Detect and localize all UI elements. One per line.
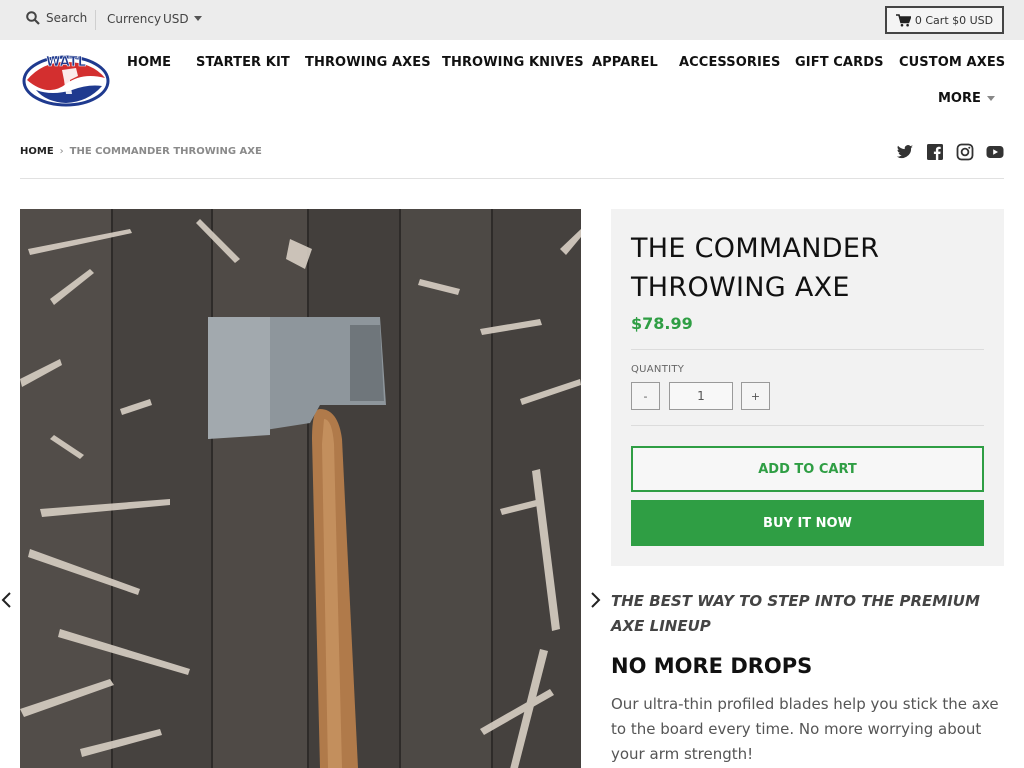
product-price: $78.99	[631, 314, 693, 333]
nav-more-dropdown[interactable]: MORE	[938, 91, 995, 106]
nav-custom-axes[interactable]: CUSTOM AXES	[899, 55, 1005, 70]
youtube-icon[interactable]	[986, 143, 1004, 161]
cart-label: 0 Cart $0 USD	[914, 13, 994, 27]
breadcrumb-separator: ›	[59, 146, 64, 157]
product-title: THE COMMANDER THROWING AXE	[631, 233, 880, 303]
facebook-icon[interactable]	[926, 143, 944, 161]
nav-starter-kit[interactable]: STARTER KIT	[196, 55, 290, 70]
product-tagline: THE BEST WAY TO STEP INTO THE PREMIUM AX…	[611, 592, 980, 635]
axe-photo	[20, 209, 581, 768]
cart-icon	[895, 13, 911, 26]
twitter-icon[interactable]	[896, 143, 914, 161]
breadcrumb-home[interactable]: HOME	[20, 146, 54, 157]
nav-more-label: MORE	[938, 91, 981, 106]
nav-gift-cards[interactable]: GIFT CARDS	[795, 55, 884, 70]
nav-apparel[interactable]: APPAREL	[592, 55, 658, 70]
product-image[interactable]	[20, 209, 581, 768]
site-logo[interactable]: WATL	[22, 50, 110, 108]
divider	[95, 10, 96, 30]
breadcrumb: HOME › THE COMMANDER THROWING AXE	[20, 146, 262, 157]
nav-home[interactable]: HOME	[127, 55, 171, 70]
quantity-decrease-button[interactable]: -	[631, 382, 660, 410]
logo-wordmark: WATL	[46, 55, 86, 70]
search-link[interactable]: Search	[26, 11, 87, 25]
section-text: Our ultra-thin profiled blades help you …	[611, 695, 999, 763]
chevron-down-icon	[193, 16, 202, 21]
chevron-right-icon[interactable]	[588, 591, 602, 609]
watl-logo-graphic: WATL	[22, 55, 110, 107]
search-label: Search	[46, 11, 88, 25]
nav-throwing-axes[interactable]: THROWING AXES	[305, 55, 431, 70]
currency-select[interactable]: USD	[163, 12, 202, 26]
cart-button[interactable]: 0 Cart $0 USD	[885, 6, 1004, 34]
chevron-left-icon[interactable]	[0, 591, 14, 609]
divider	[631, 425, 984, 426]
quantity-increase-button[interactable]: +	[741, 382, 770, 410]
top-utility-bar: Search Currency USD 0 Cart $0 USD	[0, 0, 1024, 40]
header-divider	[20, 178, 1004, 179]
instagram-icon[interactable]	[956, 143, 974, 161]
add-to-cart-button[interactable]: ADD TO CART	[631, 446, 984, 492]
currency-value: USD	[163, 12, 189, 26]
nav-accessories[interactable]: ACCESSORIES	[679, 55, 780, 70]
search-icon	[26, 11, 40, 25]
divider	[631, 349, 984, 350]
section-heading: NO MORE DROPS	[611, 654, 813, 678]
currency-label: Currency	[107, 12, 162, 26]
buy-it-now-button[interactable]: BUY IT NOW	[631, 500, 984, 546]
quantity-input[interactable]	[669, 382, 733, 410]
chevron-down-icon	[986, 96, 995, 101]
quantity-label: QUANTITY	[631, 364, 685, 375]
breadcrumb-current: THE COMMANDER THROWING AXE	[69, 146, 262, 157]
nav-throwing-knives[interactable]: THROWING KNIVES	[442, 55, 584, 70]
